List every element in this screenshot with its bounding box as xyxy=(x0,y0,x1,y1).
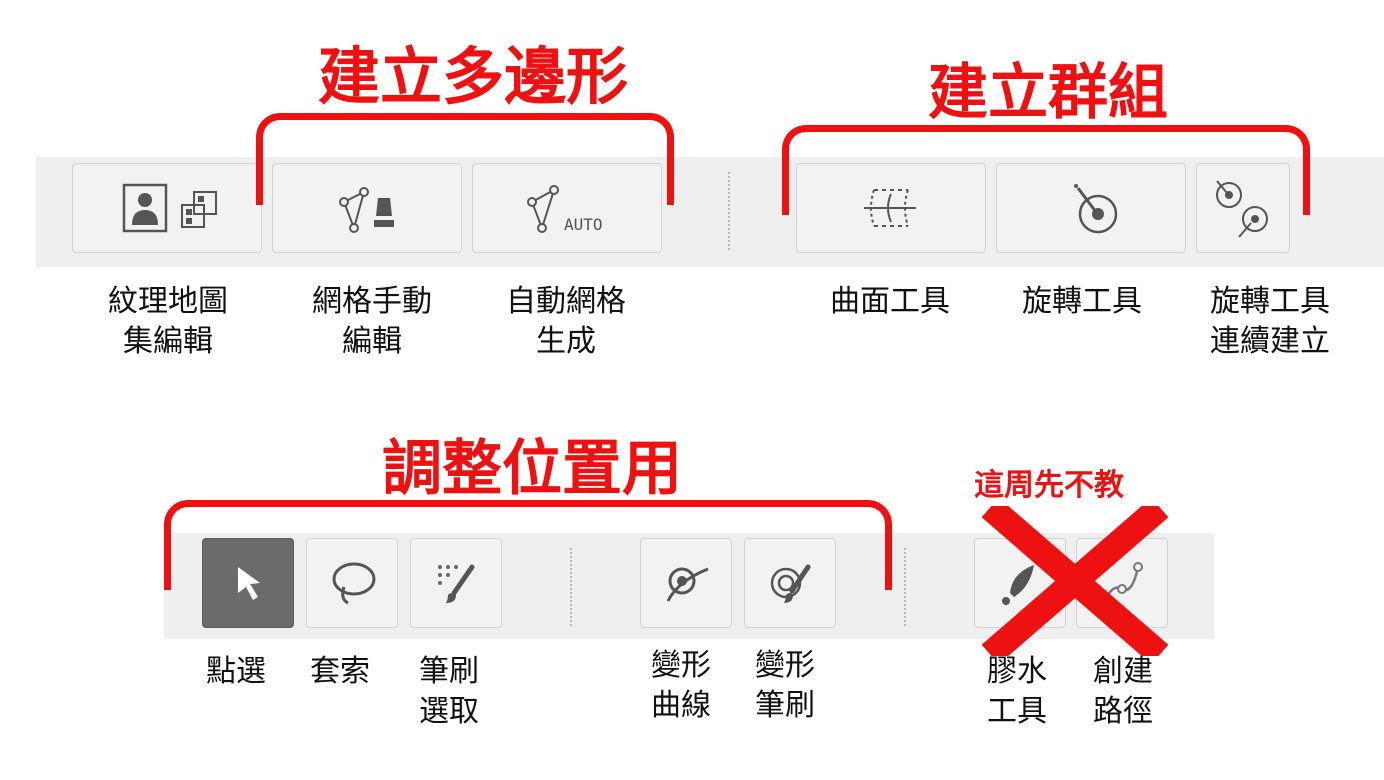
texture-atlas-label: 紋理地圖 集編輯 xyxy=(108,284,228,359)
pointer-select-label: 點選 xyxy=(206,654,266,689)
create-polygon-bracket xyxy=(256,113,674,205)
rotation-tool-label: 旋轉工具 xyxy=(1022,284,1142,319)
glue-tool-label: 膠水 工具 xyxy=(987,654,1047,729)
lasso-label: 套索 xyxy=(310,654,370,689)
bottom-separator-2 xyxy=(904,548,906,626)
red-cross-mark xyxy=(981,506,1169,656)
top-separator xyxy=(728,172,730,250)
adjust-position-heading: 調整位置用 xyxy=(382,434,682,504)
texture-atlas-button[interactable] xyxy=(72,163,262,253)
brush-select-label: 筆刷 選取 xyxy=(419,654,479,729)
manual-mesh-label: 網格手動 編輯 xyxy=(312,284,432,359)
create-path-label: 創建 路徑 xyxy=(1093,654,1153,729)
adjust-position-bracket xyxy=(164,500,892,590)
auto-text: AUTO xyxy=(564,215,603,234)
create-group-bracket xyxy=(782,125,1310,215)
deform-brush-label: 變形 筆刷 xyxy=(755,648,815,723)
auto-mesh-label: 自動網格 生成 xyxy=(506,284,626,359)
deform-curve-label: 變形 曲線 xyxy=(651,648,711,723)
texture-atlas-icon xyxy=(122,183,217,233)
not-taught-note: 這周先不教 xyxy=(974,468,1124,503)
create-polygon-heading: 建立多邊形 xyxy=(318,40,629,113)
create-group-heading: 建立群組 xyxy=(928,58,1168,128)
surface-tool-label: 曲面工具 xyxy=(830,284,950,319)
rotation-chain-label: 旋轉工具 連續建立 xyxy=(1210,284,1330,359)
